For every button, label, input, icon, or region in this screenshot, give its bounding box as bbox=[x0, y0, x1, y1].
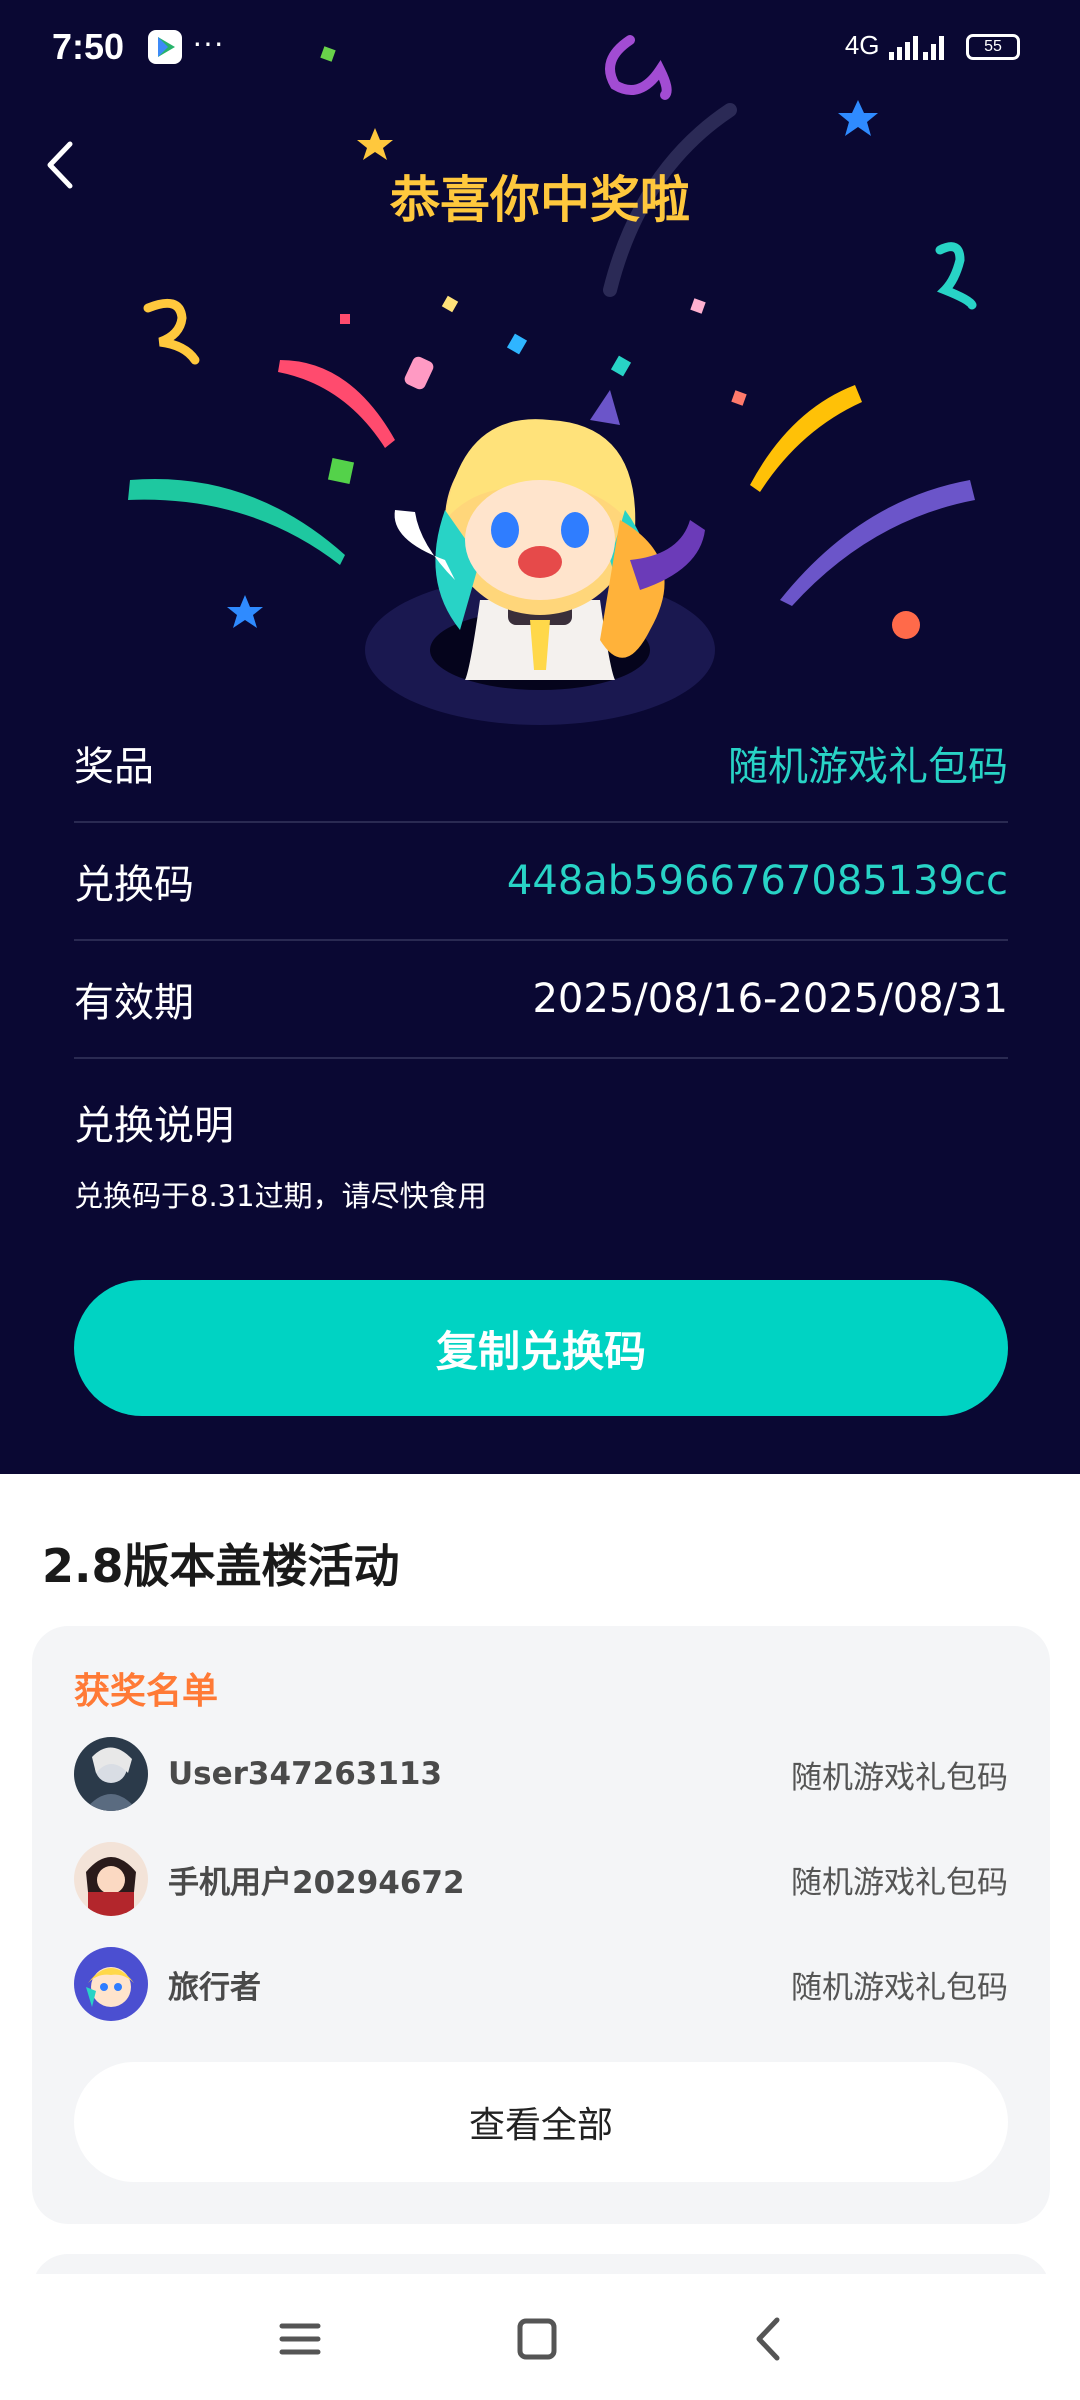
winners-card: 获奖名单 User347263113 随机游戏礼包码 手机用户20294672 … bbox=[32, 1626, 1050, 2224]
streamer-yellow bbox=[750, 385, 862, 492]
winners-list-title: 获奖名单 bbox=[74, 1671, 219, 1712]
avatar bbox=[74, 1842, 148, 1916]
back-arrow-icon bbox=[756, 2317, 780, 2361]
confetti-blue bbox=[506, 333, 528, 355]
winner-prize: 随机游戏礼包码 bbox=[791, 1759, 1008, 1796]
menu-icon bbox=[279, 2323, 321, 2355]
redeem-note-title: 兑换说明 bbox=[74, 1103, 234, 1149]
winner-row: 旅行者 随机游戏礼包码 bbox=[74, 1946, 1008, 2022]
validity-row: 有效期 2025/08/16-2025/08/31 bbox=[74, 941, 1008, 1059]
menu-nav-button[interactable] bbox=[265, 2304, 335, 2374]
confetti-coral bbox=[731, 390, 747, 406]
prize-panel: 7:50 ··· 4G 55 恭喜你中奖啦 奖品 随机游戏礼包码 兑换码 448… bbox=[0, 0, 1080, 1474]
confetti-orange-dot bbox=[892, 611, 920, 639]
validity-value: 2025/08/16-2025/08/31 bbox=[532, 976, 1008, 1022]
redeem-code-value[interactable]: 448ab5966767085139cc bbox=[507, 858, 1008, 904]
prize-label: 奖品 bbox=[74, 744, 154, 790]
avatar bbox=[74, 1947, 148, 2021]
confetti-pink bbox=[404, 356, 434, 390]
streamer-green bbox=[128, 478, 345, 565]
confetti-red-small bbox=[340, 314, 350, 324]
star-blue-top bbox=[838, 100, 878, 136]
validity-label: 有效期 bbox=[74, 980, 194, 1026]
code-row: 兑换码 448ab5966767085139cc bbox=[74, 823, 1008, 941]
system-nav-bar bbox=[0, 2274, 1080, 2400]
confetti-teal bbox=[610, 355, 632, 377]
code-label: 兑换码 bbox=[74, 862, 194, 908]
star-blue-bottom bbox=[227, 595, 263, 628]
celebration-illustration bbox=[128, 35, 977, 725]
confetti-pink-small bbox=[690, 298, 706, 314]
swirl-purple-logo bbox=[605, 35, 672, 100]
swirl-teal bbox=[935, 242, 977, 310]
winner-row: User347263113 随机游戏礼包码 bbox=[74, 1736, 1008, 1812]
winner-name: 旅行者 bbox=[168, 1969, 261, 2006]
prize-value: 随机游戏礼包码 bbox=[728, 744, 1008, 790]
page-title: 恭喜你中奖啦 bbox=[390, 171, 690, 229]
winner-row: 手机用户20294672 随机游戏礼包码 bbox=[74, 1841, 1008, 1917]
home-nav-button[interactable] bbox=[502, 2304, 572, 2374]
activity-section-title: 2.8版本盖楼活动 bbox=[42, 1539, 400, 1593]
confetti-yellow bbox=[441, 295, 459, 313]
confetti-green-1 bbox=[320, 46, 336, 62]
redeem-note-text: 兑换码于8.31过期，请尽快食用 bbox=[74, 1179, 487, 1213]
streamer-red bbox=[278, 360, 395, 448]
winner-prize: 随机游戏礼包码 bbox=[791, 1969, 1008, 2006]
home-square-icon bbox=[517, 2318, 557, 2360]
winner-prize: 随机游戏礼包码 bbox=[791, 1864, 1008, 1901]
streamer-violet bbox=[780, 480, 975, 606]
prize-row: 奖品 随机游戏礼包码 bbox=[74, 705, 1008, 823]
winner-name: 手机用户20294672 bbox=[168, 1864, 465, 1901]
star-gold bbox=[357, 128, 393, 160]
swirl-yellow bbox=[143, 298, 200, 365]
avatar bbox=[74, 1737, 148, 1811]
confetti-green-2 bbox=[327, 457, 355, 485]
copy-code-button[interactable]: 复制兑换码 bbox=[74, 1280, 1008, 1416]
back-nav-button[interactable] bbox=[735, 2304, 805, 2374]
winner-name: User347263113 bbox=[168, 1756, 443, 1792]
view-all-button[interactable]: 查看全部 bbox=[74, 2062, 1008, 2182]
